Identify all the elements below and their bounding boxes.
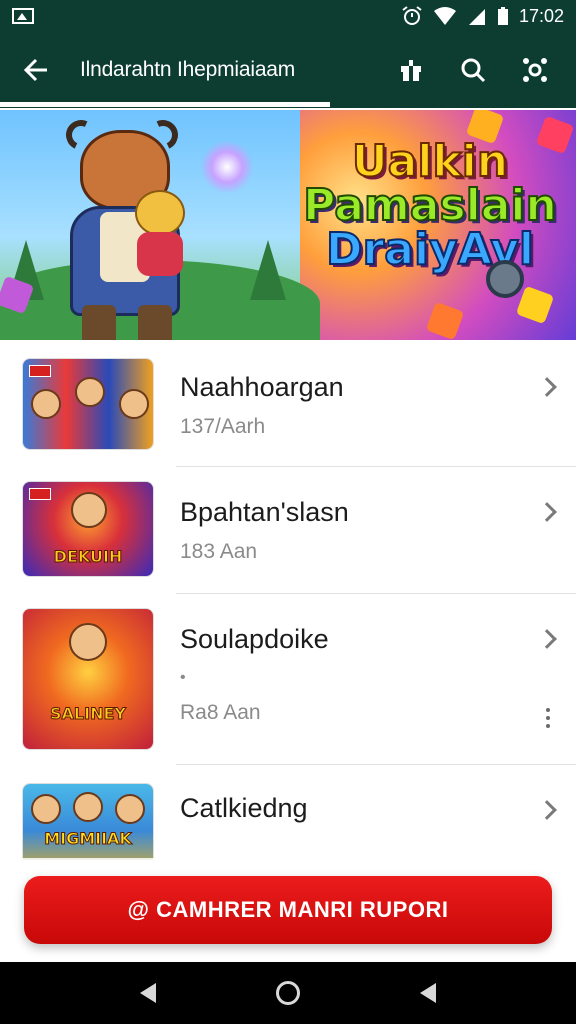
chevron-right-icon	[537, 377, 557, 397]
character-face	[115, 794, 145, 824]
thumbnail-tag	[29, 365, 51, 377]
list-item-text: Soulapdoike • Ra8 Aan	[180, 624, 329, 725]
nav-back-icon[interactable]	[140, 983, 156, 1003]
character-face	[71, 492, 107, 528]
game-thumbnail: DEKUIH	[22, 481, 154, 577]
page-title: Ilndarahtn Ihepmiaiaam	[80, 58, 296, 81]
list-item-title: Naahhoargan	[180, 372, 344, 402]
character-face	[69, 623, 107, 661]
thumbnail-label: MIGMIIAK	[44, 829, 133, 849]
thumbnail-tag	[29, 488, 51, 500]
chevron-right-icon	[537, 502, 557, 522]
character-face	[73, 792, 103, 822]
battery-icon	[497, 7, 508, 25]
banner-title-line1: Ualkin	[351, 136, 509, 187]
status-bar: 17:02	[0, 0, 576, 32]
game-thumbnail: MIGMIIAK	[22, 783, 154, 860]
hero-leg-left	[82, 305, 116, 340]
list-item-text: Bpahtan'slasn 183 Aan	[180, 497, 349, 564]
signal-icon	[468, 9, 485, 25]
cta-container: @ CAMHRER MANRI RUPORI	[0, 858, 576, 962]
character-face	[31, 794, 61, 824]
list-item-text: Catlkiedng	[180, 793, 308, 824]
app-bar: Ilndarahtn Ihepmiaiaam	[0, 32, 576, 108]
tree-icon	[250, 240, 286, 300]
sidekick-head	[135, 190, 185, 236]
search-button[interactable]	[442, 32, 504, 108]
banner-title-line3: DraiyAvl	[325, 224, 535, 275]
list-item-text: Naahhoargan 137/Aarh	[180, 372, 344, 439]
thumbnail-label: SALINEY	[50, 704, 127, 724]
list-item[interactable]: MIGMIIAK Catlkiedng	[0, 765, 576, 860]
primary-cta-button[interactable]: @ CAMHRER MANRI RUPORI	[24, 876, 552, 944]
gift-button[interactable]	[380, 32, 442, 108]
status-time: 17:02	[518, 5, 564, 26]
list-item-dot: •	[180, 669, 186, 686]
tab-indicator	[0, 102, 330, 107]
system-nav-bar	[0, 962, 576, 1024]
hero-leg-right	[138, 305, 172, 340]
banner-title-line2: Pamaslain	[302, 180, 558, 231]
list-item-subtitle: Ra8 Aan	[180, 701, 261, 724]
app-actions	[380, 32, 576, 108]
settings-icon	[523, 58, 547, 82]
gallery-notification-icon	[12, 8, 34, 24]
back-arrow-icon	[23, 58, 47, 82]
nav-home-icon[interactable]	[276, 981, 300, 1005]
sidekick-body	[137, 232, 183, 276]
gear-badge-icon	[486, 260, 524, 298]
hero-banner[interactable]: Ualkin Pamaslain DraiyAvl	[0, 110, 576, 340]
list-item-subtitle: 137/Aarh	[180, 415, 266, 438]
gift-icon	[401, 60, 421, 81]
banner-title: Ualkin Pamaslain DraiyAvl	[290, 136, 570, 320]
list-item-title: Bpahtan'slasn	[180, 497, 349, 527]
list-item-title: Catlkiedng	[180, 793, 308, 823]
game-list: Naahhoargan 137/Aarh DEKUIH Bpahtan'slas…	[0, 340, 576, 860]
magic-spark-icon	[200, 140, 254, 194]
thumbnail-art	[23, 359, 153, 449]
list-item-title: Soulapdoike	[180, 624, 329, 654]
settings-button[interactable]	[504, 32, 566, 108]
thumbnail-art: MIGMIIAK	[23, 784, 153, 860]
nav-recents-icon[interactable]	[420, 983, 436, 1003]
chevron-right-icon	[537, 629, 557, 649]
thumbnail-art: SALINEY	[23, 609, 153, 749]
list-item[interactable]: DEKUIH Bpahtan'slasn 183 Aan	[0, 467, 576, 593]
character-face	[75, 377, 105, 407]
game-thumbnail	[22, 358, 154, 450]
list-item[interactable]: SALINEY Soulapdoike • Ra8 Aan	[0, 594, 576, 764]
character-face	[119, 389, 149, 419]
thumbnail-art: DEKUIH	[23, 482, 153, 576]
thumbnail-label: DEKUIH	[53, 547, 123, 567]
alarm-icon	[402, 6, 422, 25]
sidekick-character	[125, 190, 195, 280]
status-right: 17:02	[401, 6, 564, 27]
wifi-icon	[433, 7, 456, 25]
game-thumbnail: SALINEY	[22, 608, 154, 750]
list-item[interactable]: Naahhoargan 137/Aarh	[0, 340, 576, 466]
character-face	[31, 389, 61, 419]
list-item-subtitle: 183 Aan	[180, 540, 258, 563]
back-button[interactable]	[0, 32, 72, 108]
chevron-right-icon	[537, 800, 557, 820]
search-icon	[461, 58, 486, 83]
more-options-icon[interactable]	[546, 708, 550, 728]
status-left	[12, 8, 34, 24]
